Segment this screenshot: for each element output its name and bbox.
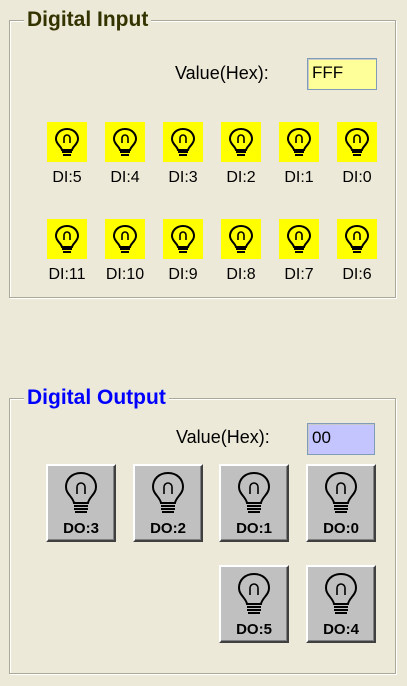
lightbulb-icon [344,127,370,156]
do-button-5-label: DO:5 [236,621,272,638]
do-button-0[interactable]: DO:0 [306,464,376,542]
di-lamp-7 [279,219,319,259]
lightbulb-off-icon [151,471,185,513]
di-lamp-2 [221,122,261,162]
di-label-2: DI:2 [226,169,256,186]
do-button-5[interactable]: DO:5 [219,565,289,643]
di-label-10: DI:10 [105,266,145,283]
do-button-3-label: DO:3 [63,520,99,537]
do-value-field[interactable]: 00 [307,423,375,455]
di-label-11: DI:11 [48,266,86,283]
do-button-0-label: DO:0 [323,520,359,537]
lightbulb-icon [170,224,196,253]
di-label-6: DI:6 [342,266,372,283]
digital-input-title: Digital Input [24,7,152,33]
di-label-0: DI:0 [342,169,372,186]
do-button-4[interactable]: DO:4 [306,565,376,643]
di-lamp-4 [105,122,145,162]
do-value-label: Value(Hex): [176,427,270,447]
do-button-4-label: DO:4 [323,621,359,638]
di-label-4: DI:4 [110,169,140,186]
lightbulb-off-icon [64,471,98,513]
lightbulb-icon [112,127,138,156]
lightbulb-off-icon [324,572,358,614]
lightbulb-off-icon [237,471,271,513]
di-lamp-9 [163,219,203,259]
di-lamp-10 [105,219,145,259]
digital-input-group: Digital Input Value(Hex): FFF DI:5 DI:4 … [9,7,396,298]
di-value-field[interactable]: FFF [307,58,377,90]
lightbulb-icon [228,224,254,253]
lightbulb-icon [344,224,370,253]
di-label-3: DI:3 [168,169,198,186]
lightbulb-off-icon [324,471,358,513]
di-label-8: DI:8 [226,266,256,283]
lightbulb-icon [54,224,80,253]
do-button-1-label: DO:1 [236,520,272,537]
do-button-1[interactable]: DO:1 [219,464,289,542]
lightbulb-icon [54,127,80,156]
di-lamp-8 [221,219,261,259]
lightbulb-icon [286,224,312,253]
lightbulb-off-icon [237,572,271,614]
di-label-5: DI:5 [52,169,82,186]
di-value-label: Value(Hex): [175,63,269,83]
lightbulb-icon [112,224,138,253]
lightbulb-icon [286,127,312,156]
do-button-3[interactable]: DO:3 [46,464,116,542]
di-lamp-1 [279,122,319,162]
di-label-9: DI:9 [168,266,198,283]
di-lamp-5 [47,122,87,162]
di-lamp-11 [47,219,87,259]
di-label-1: DI:1 [284,169,314,186]
lightbulb-icon [228,127,254,156]
digital-output-group: Digital Output Value(Hex): 00 DO:3 DO:2 … [9,385,396,674]
di-lamp-3 [163,122,203,162]
di-lamp-0 [337,122,377,162]
do-button-2-label: DO:2 [150,520,186,537]
lightbulb-icon [170,127,196,156]
di-lamp-6 [337,219,377,259]
do-button-2[interactable]: DO:2 [133,464,203,542]
di-label-7: DI:7 [284,266,314,283]
digital-output-title: Digital Output [24,385,169,411]
